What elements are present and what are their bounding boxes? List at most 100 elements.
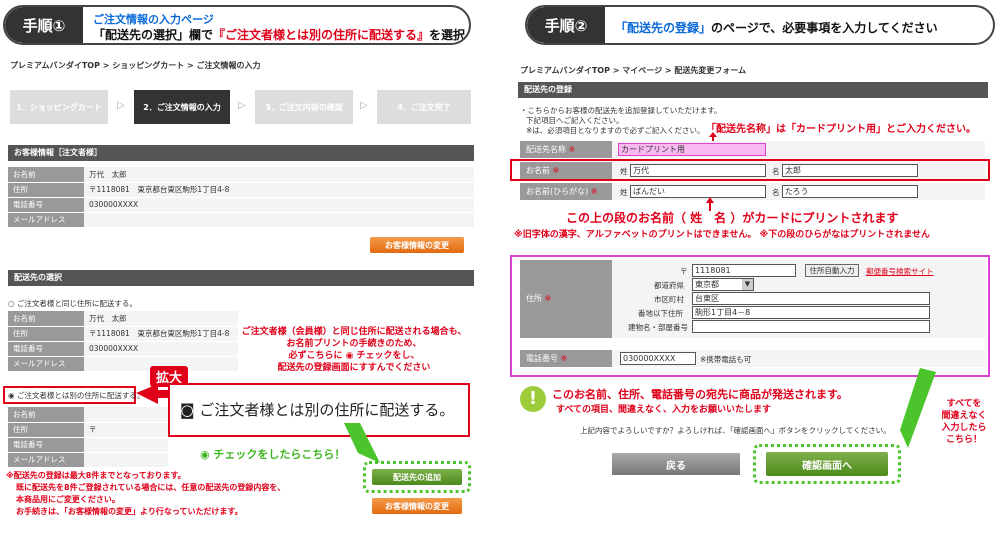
step-complete: 4．ご注文完了 [377,90,471,124]
intro-line: ※は、必須項目となりますので必ずご記入ください。 [526,126,705,135]
auto-address-button[interactable]: 住所自動入力 [805,264,859,277]
pref-select[interactable]: 東京都 ▼ [692,278,754,291]
row-label: メールアドレス [8,212,84,228]
radio-other-big-label: ご注文者様とは別の住所に配送する。 [199,401,455,419]
kana-label: お名前(ひらがな) ※ [520,183,612,200]
row-label: メールアドレス [8,356,84,372]
step-arrow-icon: ▷ [360,100,368,111]
register-section-title: 配送先の登録 [518,82,988,98]
confirm-button[interactable]: 確認画面へ [766,452,888,476]
footnote-line: 本商品用にご変更ください。 [16,495,120,504]
change-customer-button-2[interactable]: お客様情報の変更 [372,498,462,514]
dest-name-note: 「配送先名称」は「カードプリント用」とご入力ください。 [706,124,976,135]
kana-label-text: お名前(ひらがな) [526,187,589,196]
step1-instruction: 「配送先の選択」欄で『ご注文者様とは別の住所に配送する』を選択 [93,26,465,43]
footnotes: ※配送先の登録は最大8件までとなっております。 既に配送先を8件ご登録されている… [6,470,285,518]
radio-other-zoomed: ◙ ご注文者様とは別の住所に配送する。 [180,401,455,419]
zip-mark: 〒 [680,267,688,276]
check-here-label: ◉ チェックをしたらこちら！ [200,448,346,461]
dest-name-label: 配送先名称 ※ [520,141,612,158]
breadcrumb-left[interactable]: プレミアムバンダイTOP > ショッピングカート > ご注文情報の入力 [10,60,261,71]
add-delivery-button[interactable]: 配送先の追加 [372,469,462,485]
row-value [84,212,474,228]
pref-value: 東京都 [695,280,719,289]
step1-header: 手順① ご注文情報の入力ページ 「配送先の選択」欄で『ご注文者様とは別の住所に配… [3,5,471,45]
address-label-text: 住所 [526,294,542,303]
intro-line: ・こちらからお客様の配送先を追加登録していただけます。 [520,106,722,115]
required-mark: ※ [560,354,568,363]
required-mark: ※ [552,166,560,175]
customer-info-table: お名前 万代 太郎 住所 〒1118081 東京都台東区駒形1丁目4-8 電話番号 0… [8,167,474,228]
note-line: 必ずこちらに ◉ チェックをし、 [288,351,420,361]
footnote-line: 既に配送先を8件ご登録されている場合には、任意の配送先の登録内容を、 [16,483,286,492]
table-row: 住所 〒1118081 東京都台東区駒形1丁目4-8 [8,326,238,342]
phone-input[interactable]: 030000XXXX [620,352,696,365]
mei-input[interactable]: 太郎 [782,164,918,177]
phone-row: 電話番号 ※ [520,350,985,367]
building-input[interactable] [692,320,930,333]
row-label: お名前 [8,311,84,327]
name-label-text: お名前 [526,166,550,175]
mei-kana-label: 名 [772,188,780,197]
chevron-down-icon: ▼ [742,279,753,290]
footnote-line: お手続きは、「お客様情報の変更」より行なっていただけます。 [16,507,243,516]
table-row: お名前 万代 太郎 [8,167,474,183]
row-value: 万代 太郎 [84,311,238,327]
radio-same-address[interactable]: ○ ご注文者様と同じ住所に配送する。 [8,298,137,309]
row-value [84,437,168,453]
step2-label: 手順② [527,7,605,43]
row-label: お名前 [8,407,84,423]
city-label: 市区町村 [654,295,684,304]
sei-kana-label: 姓 [620,188,628,197]
instruction-part-b: のページで、必要事項を入力してください [711,21,938,35]
delivery-section-title: 配送先の選択 [8,270,474,286]
change-customer-button[interactable]: お客様情報の変更 [370,237,464,253]
required-mark: ※ [568,145,576,154]
sei-kana-input[interactable]: ばんだい [630,185,766,198]
table-row: メールアドレス [8,212,474,228]
delivery-same-table: お名前 万代 太郎 住所 〒1118081 東京都台東区駒形1丁目4-8 電話番号 0… [8,311,238,372]
same-address-note: ご注文者様（会員様）と同じ住所に配送される場合も、 お名前プリントの手続きのため… [236,326,472,374]
row-value: 〒1118081 東京都台東区駒形1丁目4-8 [84,182,474,198]
instruction-part-b: 『ご注文者様とは別の住所に配送する』 [213,28,430,42]
radio-other-address[interactable]: ◉ ご注文者様とは別の住所に配送する。 [8,390,144,401]
table-row: 電話番号 030000XXXX [8,197,474,213]
note-line: 配送先の登録画面にすすんでください [277,363,431,373]
required-mark: ※ [544,294,552,303]
print-warning: ※旧字体の漢字、アルファベットのプリントはできません。 ※下の段のひらがなはプリ… [514,230,931,240]
row-value [84,407,168,423]
row-label: 住所 [8,326,84,342]
step1-label: 手順① [5,7,83,43]
table-row: 電話番号 030000XXXX [8,341,238,357]
side-note-line: 入力したら [941,423,987,433]
address-label: 住所 ※ [520,260,612,338]
note-line: お名前プリントの手続きのため、 [286,339,422,349]
mei-label: 名 [772,167,780,176]
city-input[interactable]: 台東区 [692,292,930,305]
phone-label: 電話番号 ※ [520,350,612,367]
radio-other-label: ご注文者様とは別の住所に配送する。 [16,391,145,400]
dest-label-text: 配送先名称 [526,145,566,154]
dest-name-input[interactable]: カードプリント用 [618,143,766,156]
row-label: お名前 [8,167,84,183]
step-cart: 1．ショッピングカート [10,90,108,124]
shipping-note: このお名前、住所、電話番号の宛先に商品が発送されます。 [552,388,848,401]
sei-input[interactable]: 万代 [630,164,766,177]
table-row: メールアドレス [8,356,238,372]
customer-section-title: お客様情報［注文者様］ [8,145,474,161]
breadcrumb-right[interactable]: プレミアムバンダイTOP > マイページ > 配送先変更フォーム [520,65,746,76]
zip-search-link[interactable]: 郵便番号検索サイト [866,266,934,277]
shipping-subnote: すべての項目、間違えなく、入力をお願いいたします [556,405,772,415]
table-row: 住所〒 [8,422,168,438]
street-input[interactable]: 駒形1丁目4－8 [692,306,930,319]
required-mark: ※ [590,187,598,196]
step-arrow-icon: ▷ [117,100,125,111]
building-label: 建物名・部屋番号 [628,323,688,332]
mei-kana-input[interactable]: たろう [782,185,918,198]
confirm-prompt: 上記内容でよろしいですか？よろしければ、「確認画面へ」ボタンをクリックしてくださ… [580,426,891,435]
back-button[interactable]: 戻る [612,453,740,475]
zip-input[interactable]: 1118081 [692,264,796,277]
table-row: 住所 〒1118081 東京都台東区駒形1丁目4-8 [8,182,474,198]
table-row: お名前 万代 太郎 [8,311,238,327]
footnote-line: ※配送先の登録は最大8件までとなっております。 [6,471,186,480]
